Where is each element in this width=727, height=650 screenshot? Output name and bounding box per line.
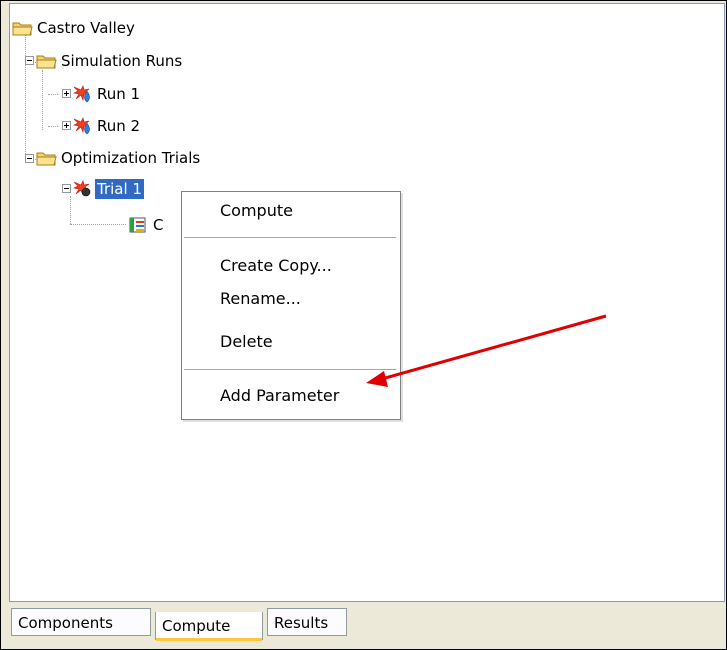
tab-compute[interactable]: Compute	[155, 612, 263, 641]
tree-connector	[48, 126, 58, 127]
tree-node-label: Optimization Trials	[61, 149, 201, 167]
folder-open-icon	[36, 52, 57, 70]
tree-connector	[42, 70, 43, 130]
collapse-toggle[interactable]	[25, 154, 34, 163]
folder-open-icon	[36, 149, 57, 167]
window-frame: Castro Valley Simulation Runs Run 1 Run …	[0, 0, 727, 650]
tab-results[interactable]: Results	[267, 608, 347, 636]
tree-connector	[70, 224, 126, 225]
menu-item-create-copy[interactable]: Create Copy...	[220, 255, 332, 277]
tree-node-label: C	[153, 216, 164, 234]
tree-node-label: Castro Valley	[37, 19, 135, 37]
simulation-run-icon	[72, 85, 92, 103]
tree-connector	[25, 32, 26, 162]
menu-item-rename[interactable]: Rename...	[220, 288, 301, 310]
tree-connector	[48, 94, 58, 95]
menu-separator	[184, 369, 396, 370]
tree-node-optimization-trials[interactable]: Optimization Trials	[36, 147, 202, 169]
expand-toggle[interactable]	[62, 121, 71, 130]
optimization-trial-icon	[72, 180, 92, 198]
tree-node-trial-child[interactable]: C	[128, 214, 165, 236]
collapse-toggle[interactable]	[25, 56, 34, 65]
tree-node-run-1[interactable]: Run 1	[72, 83, 142, 105]
tree-node-label: Simulation Runs	[61, 52, 183, 70]
expand-toggle[interactable]	[62, 89, 71, 98]
tab-components[interactable]: Components	[11, 608, 151, 636]
tree-node-label: Run 1	[97, 85, 141, 103]
tab-bar: Components Compute Results	[9, 602, 723, 646]
simulation-run-icon	[72, 117, 92, 135]
context-menu: Compute Create Copy... Rename... Delete …	[181, 191, 401, 420]
menu-item-compute[interactable]: Compute	[220, 200, 293, 222]
tree-node-label: Run 2	[97, 117, 141, 135]
tree-node-trial-1[interactable]: Trial 1	[72, 178, 144, 200]
parameter-table-icon	[128, 216, 148, 234]
tree-node-simulation-runs[interactable]: Simulation Runs	[36, 50, 184, 72]
folder-open-icon	[12, 19, 33, 37]
tree-node-run-2[interactable]: Run 2	[72, 115, 142, 137]
tree-node-root[interactable]: Castro Valley	[12, 17, 137, 39]
tree-node-label: Trial 1	[95, 179, 144, 199]
collapse-toggle[interactable]	[62, 184, 71, 193]
menu-separator	[184, 237, 396, 238]
tree-connector	[70, 196, 71, 224]
menu-item-add-parameter[interactable]: Add Parameter	[220, 385, 339, 407]
menu-item-delete[interactable]: Delete	[220, 331, 273, 353]
